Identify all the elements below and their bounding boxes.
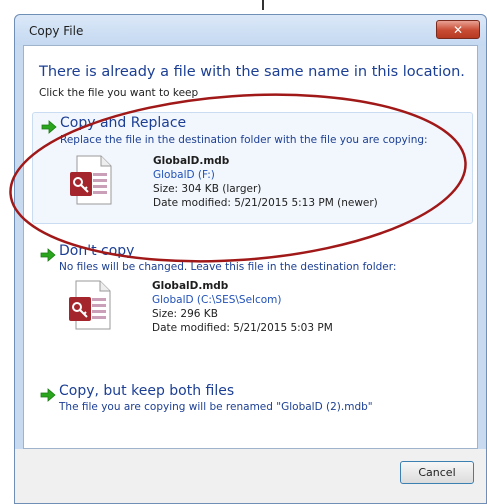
green-arrow-icon (40, 388, 56, 402)
access-file-icon (70, 155, 112, 205)
file-name: GlobalD.mdb (152, 280, 229, 292)
file-location: GlobalD (C:\SES\Selcom) (152, 294, 282, 306)
option-title: Copy and Replace (60, 115, 187, 131)
background-divider (262, 0, 264, 10)
option-copy-and-replace[interactable]: Copy and Replace Replace the file in the… (32, 112, 473, 224)
close-icon: ✕ (452, 22, 464, 37)
access-file-icon (69, 280, 111, 330)
dialog-heading: There is already a file with the same na… (39, 64, 465, 80)
green-arrow-icon (40, 248, 56, 262)
window-title: Copy File (29, 24, 84, 38)
option-keep-both[interactable]: Copy, but keep both files The file you a… (32, 380, 473, 424)
option-description: No files will be changed. Leave this fil… (59, 261, 397, 273)
dialog-content: There is already a file with the same na… (23, 45, 478, 449)
dialog-subheading: Click the file you want to keep (39, 87, 199, 99)
file-date: Date modified: 5/21/2015 5:13 PM (newer) (153, 197, 378, 209)
file-location: GlobalD (F:) (153, 169, 215, 181)
option-description: The file you are copying will be renamed… (59, 401, 373, 413)
file-name: GlobalD.mdb (153, 155, 230, 167)
background-document (0, 0, 14, 504)
title-bar[interactable]: Copy File ✕ (15, 15, 486, 45)
option-title: Copy, but keep both files (59, 383, 235, 399)
close-button[interactable]: ✕ (436, 20, 480, 39)
dialog-footer: Cancel (15, 449, 486, 503)
option-title: Don't copy (59, 243, 135, 259)
copy-file-dialog: Copy File ✕ There is already a file with… (14, 14, 487, 504)
option-dont-copy[interactable]: Don't copy No files will be changed. Lea… (32, 240, 473, 344)
file-size: Size: 304 KB (larger) (153, 183, 262, 195)
file-date: Date modified: 5/21/2015 5:03 PM (152, 322, 333, 334)
option-description: Replace the file in the destination fold… (60, 134, 428, 146)
file-size: Size: 296 KB (152, 308, 218, 320)
green-arrow-icon (41, 120, 57, 134)
cancel-button[interactable]: Cancel (400, 461, 474, 484)
